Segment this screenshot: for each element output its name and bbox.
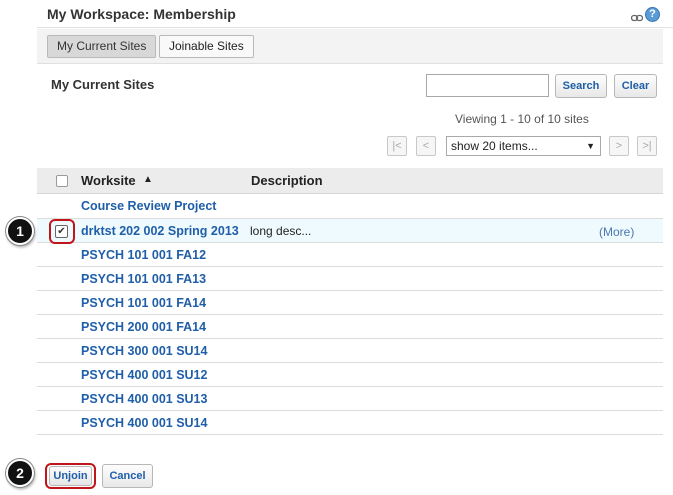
table-row: ✔ drktst 202 002 Spring 2013 long desc..… xyxy=(37,219,663,243)
search-button[interactable]: Search xyxy=(555,74,607,98)
site-link[interactable]: PSYCH 200 001 FA14 xyxy=(81,320,206,334)
chevron-down-icon: ▼ xyxy=(586,141,595,151)
section-heading: My Current Sites xyxy=(51,77,155,92)
site-link[interactable]: PSYCH 400 001 SU14 xyxy=(81,416,207,430)
table-row: PSYCH 400 001 SU13 xyxy=(37,387,663,411)
search-input[interactable] xyxy=(426,74,549,97)
callout-highlight-unjoin xyxy=(45,463,96,489)
tab-my-current-sites[interactable]: My Current Sites xyxy=(47,35,157,58)
site-link[interactable]: PSYCH 300 001 SU14 xyxy=(81,344,207,358)
pager-last-button[interactable]: >| xyxy=(637,136,657,156)
pager-prev-button[interactable]: < xyxy=(416,136,436,156)
sites-table: Worksite ▲ Description Course Review Pro… xyxy=(37,168,663,435)
column-header-worksite[interactable]: Worksite xyxy=(81,173,136,188)
table-row: PSYCH 400 001 SU14 xyxy=(37,411,663,435)
tab-joinable-sites[interactable]: Joinable Sites xyxy=(159,35,254,58)
table-row: PSYCH 400 001 SU12 xyxy=(37,363,663,387)
pager-first-button[interactable]: |< xyxy=(387,136,407,156)
help-icon[interactable]: ? xyxy=(645,7,660,22)
column-header-description: Description xyxy=(251,173,323,188)
callout-highlight-checkbox xyxy=(49,219,75,244)
tool-title-bar: My Workspace: Membership ? xyxy=(37,0,673,28)
more-link[interactable]: (More) xyxy=(599,225,634,239)
viewing-count: Viewing 1 - 10 of 10 sites xyxy=(455,112,589,126)
site-link[interactable]: drktst 202 002 Spring 2013 xyxy=(81,224,239,238)
table-row: PSYCH 101 001 FA12 xyxy=(37,243,663,267)
step-badge-1: 1 xyxy=(6,217,34,245)
tab-bar: My Current Sites Joinable Sites xyxy=(37,29,663,64)
site-link[interactable]: PSYCH 400 001 SU12 xyxy=(81,368,207,382)
table-row: PSYCH 200 001 FA14 xyxy=(37,315,663,339)
site-link[interactable]: PSYCH 400 001 SU13 xyxy=(81,392,207,406)
page-size-select[interactable]: show 20 items... ▼ xyxy=(446,136,601,156)
table-row: Course Review Project xyxy=(37,194,663,219)
clear-button[interactable]: Clear xyxy=(614,74,657,98)
site-description: long desc... xyxy=(250,224,312,238)
table-row: PSYCH 101 001 FA14 xyxy=(37,291,663,315)
pager-next-button[interactable]: > xyxy=(609,136,629,156)
step-badge-2: 2 xyxy=(6,459,34,487)
table-row: PSYCH 300 001 SU14 xyxy=(37,339,663,363)
site-link[interactable]: Course Review Project xyxy=(81,199,216,213)
page-title: My Workspace: Membership xyxy=(47,6,236,22)
table-header: Worksite ▲ Description xyxy=(37,168,663,194)
site-link[interactable]: PSYCH 101 001 FA13 xyxy=(81,272,206,286)
select-all-checkbox[interactable] xyxy=(56,175,68,187)
site-link[interactable]: PSYCH 101 001 FA14 xyxy=(81,296,206,310)
link-icon[interactable] xyxy=(630,10,644,22)
cancel-button[interactable]: Cancel xyxy=(102,464,153,488)
site-link[interactable]: PSYCH 101 001 FA12 xyxy=(81,248,206,262)
page-size-selected: show 20 items... xyxy=(451,139,538,153)
table-row: PSYCH 101 001 FA13 xyxy=(37,267,663,291)
sort-ascending-icon[interactable]: ▲ xyxy=(143,174,153,185)
